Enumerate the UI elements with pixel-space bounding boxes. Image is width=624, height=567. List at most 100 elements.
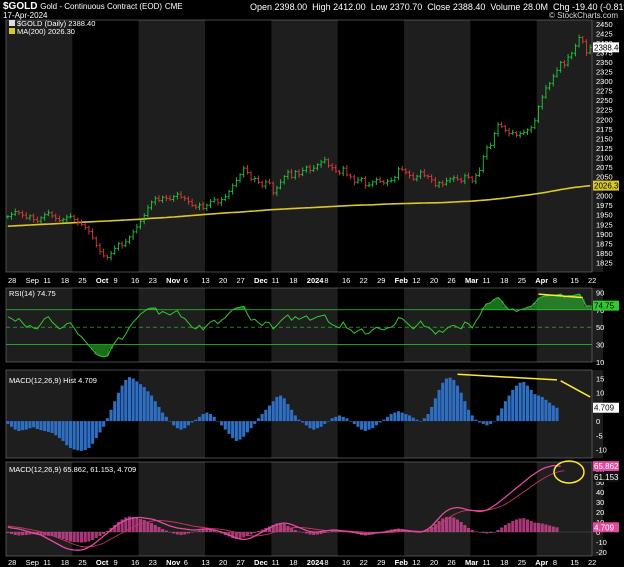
x-axis-label-bottom: 22: [588, 558, 596, 567]
macd-hist-bar: [404, 414, 408, 422]
macd-hist-bar: [356, 421, 360, 427]
macd-hist-bar: [411, 417, 415, 422]
month-band-p1-2: [138, 288, 206, 362]
macd-panel-hist-bar: [175, 532, 179, 535]
x-axis-label-bottom: 20: [430, 558, 438, 567]
rsi-tick-label: 30: [596, 341, 604, 350]
macd-panel-hist-bar: [518, 518, 522, 532]
macd-hist-bar: [529, 389, 533, 422]
macd-panel-hist-bar: [194, 531, 198, 532]
macd-panel-hist-bar: [87, 532, 91, 542]
macd-panel-hist-bar: [500, 527, 504, 532]
macd-panel-hist-bar: [455, 519, 460, 532]
macd-hist-bar: [441, 382, 445, 422]
macd-panel-hist-bar: [514, 519, 518, 532]
macd-panel-hist-bar: [6, 532, 10, 533]
macd-hist-bar: [415, 419, 419, 422]
month-band-p3-0: [6, 462, 73, 556]
macd-hist-bar: [548, 402, 552, 422]
x-axis-label: Oct: [96, 276, 109, 285]
x-axis-label: 26: [447, 276, 455, 285]
macd-hist-bar: [249, 421, 253, 429]
x-axis-label: 28: [8, 276, 16, 285]
macd-hist-bar: [507, 395, 511, 422]
macd-hist-bar: [326, 421, 331, 422]
price-tick-label: 1975: [596, 201, 613, 210]
macd-hist-bar: [76, 421, 80, 451]
hist-tick-label: -5: [596, 431, 603, 440]
signal-value-tag: 61.153: [594, 473, 619, 482]
macd-panel-hist-bar: [485, 532, 489, 534]
macd-panel-hist-bar: [102, 532, 106, 534]
macd-hist-bar: [194, 419, 198, 422]
macd-hist-bar: [39, 421, 43, 431]
macd-hist-bar: [28, 421, 32, 429]
macd-panel-hist-bar: [437, 521, 441, 532]
macd-hist-bar: [455, 385, 460, 422]
macd-panel-hist-bar: [138, 519, 143, 532]
macd-hist-bar: [220, 421, 224, 426]
x-axis-label: Dec: [254, 276, 268, 285]
macd-hist-bar: [201, 414, 205, 422]
macd-panel-hist-bar: [91, 532, 95, 540]
price-tick-label: 2175: [596, 125, 613, 134]
macd-hist-bar: [330, 418, 334, 422]
x-axis-label: 15: [570, 276, 578, 285]
macd-hist-bar: [452, 379, 456, 422]
macd-hist-bar: [378, 421, 382, 423]
macd-hist-bar: [511, 389, 515, 422]
macd-panel-hist-bar: [308, 532, 312, 535]
macd-panel-hist-bar: [146, 521, 150, 532]
macd-panel-hist-bar: [470, 530, 474, 532]
macd-hist-bar: [231, 421, 235, 439]
macd-hist-bar: [312, 421, 316, 430]
macd-panel-hist-bar: [164, 530, 168, 532]
macd-panel-hist-bar: [157, 527, 161, 532]
x-axis-label-bottom: 11: [43, 558, 51, 567]
macd-hist-bar: [367, 421, 371, 430]
macd-hist-bar: [393, 412, 397, 422]
x-axis-label-bottom: 25: [518, 558, 526, 567]
macd-panel-hist-bar: [537, 523, 541, 532]
ma-price-tag: 2026.30: [594, 182, 623, 191]
macd-hist-bar: [54, 421, 58, 436]
macd-hist-bar: [485, 421, 489, 426]
price-tick-label: 1900: [596, 230, 613, 239]
price-tick-label: 1950: [596, 211, 613, 220]
macd-hist-bar: [68, 421, 73, 449]
macd-panel-hist-bar: [323, 532, 327, 533]
macd-hist-bar: [555, 407, 559, 422]
macd-hist-bar: [57, 421, 61, 439]
macd-hist-bar: [172, 421, 176, 426]
macd-panel-hist-bar: [474, 531, 478, 532]
x-axis-label-bottom: 18: [289, 558, 297, 567]
macd-hist-bar: [32, 421, 36, 428]
macd-tick-label: 40: [596, 488, 604, 497]
macd-hist-bar: [87, 421, 91, 449]
x-axis-label: 16: [131, 276, 139, 285]
x-axis-label-bottom: 25: [78, 558, 86, 567]
macd-hist-bar: [124, 379, 128, 422]
macd-hist-bar: [341, 416, 345, 422]
x-axis-label: 22: [588, 276, 596, 285]
price-tick-label: 2150: [596, 134, 613, 143]
macd-panel-hist-bar: [253, 532, 257, 533]
macd-hist-bar: [389, 414, 393, 422]
macd-hist-bar: [13, 421, 17, 430]
macd-hist-bar: [127, 377, 132, 422]
price-tick-label: 1925: [596, 220, 613, 229]
x-axis-label: 8: [553, 276, 557, 285]
hist-tick-label: 15: [596, 375, 604, 384]
hist-tick-label: 10: [596, 389, 604, 398]
macd-hist-bar: [21, 421, 25, 431]
macd-hist-bar: [419, 421, 423, 422]
x-axis-label-bottom: 18: [500, 558, 508, 567]
macd-hist-bar: [153, 401, 157, 422]
macd-panel-hist-bar: [548, 525, 552, 532]
macd-hist-bar: [385, 416, 390, 422]
x-axis-label-bottom: Oct: [96, 558, 109, 567]
macd-hist-bar: [253, 421, 257, 424]
macd-hist-bar: [105, 418, 109, 422]
macd-hist-bar: [94, 421, 98, 439]
macd-hist-bar: [102, 421, 106, 427]
